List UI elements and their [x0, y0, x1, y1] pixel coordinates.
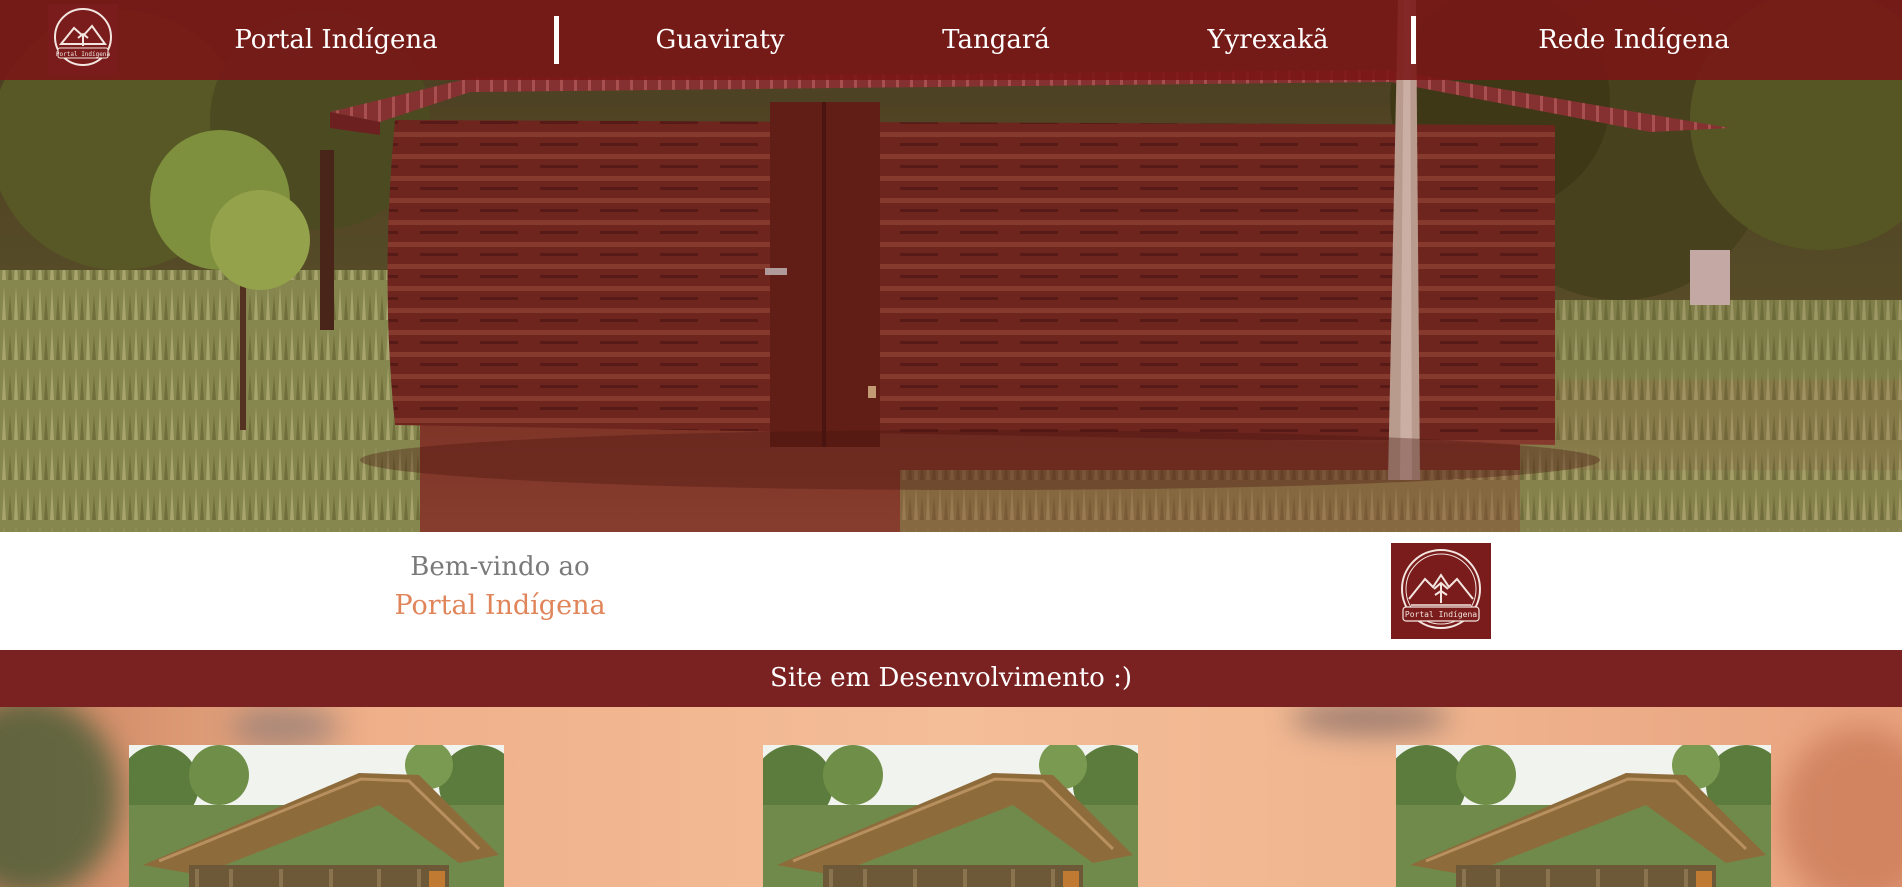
- portal-logo-large-icon: Portal Indígena: [1391, 543, 1491, 639]
- portal-logo-icon[interactable]: Portal Indígena: [48, 4, 118, 74]
- top-navbar: Portal Indígena Portal Indígena Guavirat…: [0, 0, 1902, 80]
- nav-link-tangara[interactable]: Tangará: [906, 0, 1086, 80]
- bg-blur-shape: [230, 707, 340, 747]
- nav-separator: [1411, 16, 1416, 64]
- nav-link-portal-indigena[interactable]: Portal Indígena: [216, 0, 456, 80]
- card-hut-2[interactable]: [763, 745, 1138, 887]
- welcome-section: Bem-vindo ao Portal Indígena Portal Indí…: [0, 532, 1902, 650]
- logo-large-text: Portal Indígena: [1405, 610, 1477, 619]
- card-hut-1[interactable]: [129, 745, 504, 887]
- thatched-hut-image: [129, 745, 504, 887]
- cards-section: [0, 707, 1902, 887]
- logo-text: Portal Indígena: [56, 51, 111, 58]
- bg-blur-shape: [1780, 727, 1902, 887]
- banner-text: Site em Desenvolvimento :): [770, 663, 1132, 693]
- nav-link-yyrexaka[interactable]: Yyrexakã: [1178, 0, 1358, 80]
- welcome-line1-text: Bem-vindo ao: [410, 552, 590, 582]
- card-hut-3[interactable]: [1396, 745, 1771, 887]
- welcome-line2-text: Portal Indígena: [394, 590, 606, 621]
- nav-link-guaviraty[interactable]: Guaviraty: [630, 0, 810, 80]
- nav-link-rede-indigena[interactable]: Rede Indígena: [1514, 0, 1754, 80]
- dev-status-banner: Site em Desenvolvimento :): [0, 650, 1902, 707]
- thatched-hut-image: [763, 745, 1138, 887]
- nav-separator: [554, 16, 559, 64]
- bg-blur-shape: [1290, 707, 1450, 735]
- bg-blur-foliage: [0, 707, 120, 887]
- thatched-hut-image: [1396, 745, 1771, 887]
